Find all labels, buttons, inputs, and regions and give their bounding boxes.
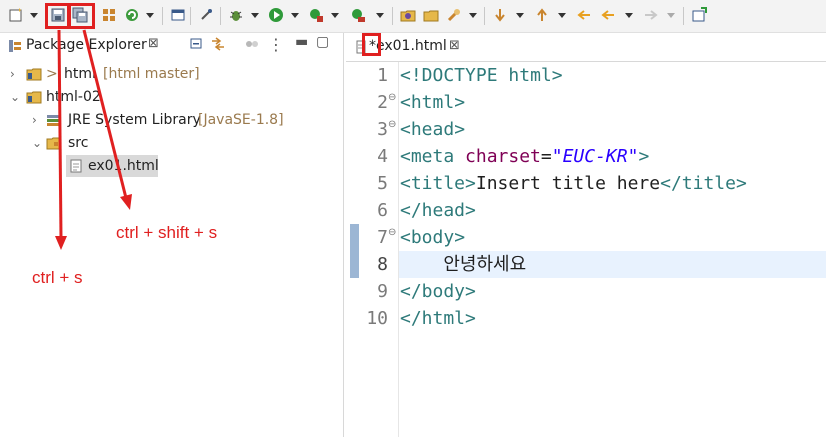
annotation-arrows bbox=[55, 29, 132, 250]
save-shortcut-label: ctrl + s bbox=[32, 268, 83, 287]
save-all-shortcut-label: ctrl + shift + s bbox=[116, 223, 218, 242]
